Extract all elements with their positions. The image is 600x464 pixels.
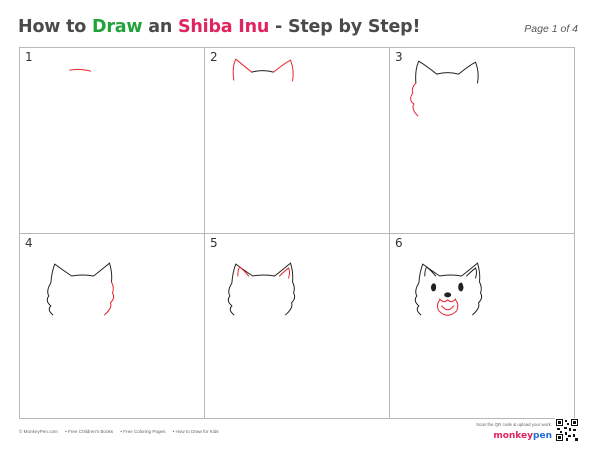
title-draw-word: Draw <box>92 17 143 37</box>
title-article: an <box>142 17 179 37</box>
qr-code-icon[interactable] <box>555 418 579 442</box>
right-inner-ear <box>279 266 291 279</box>
step-panel-4: 4 <box>20 233 205 419</box>
title-prefix: How to <box>18 17 93 37</box>
left-inner-ear <box>237 265 250 277</box>
nose <box>444 291 452 297</box>
step-4-drawing <box>46 261 115 315</box>
title-subject: Shiba Inu <box>178 17 270 37</box>
step-panel-5: 5 <box>205 233 390 419</box>
monkeypen-logo[interactable]: monkeypen <box>493 431 552 441</box>
left-ear <box>232 58 253 81</box>
footer-copyright-link[interactable]: © MonkeyPen.com <box>19 429 58 434</box>
mouth <box>439 297 457 302</box>
logo-pen: pen <box>533 431 552 441</box>
step-6-drawing <box>414 261 483 316</box>
right-eye <box>458 282 464 291</box>
step-1-drawing <box>69 68 92 72</box>
outline <box>415 60 479 84</box>
tongue <box>436 298 459 316</box>
qr-caption: Scan the QR code & upload your work. <box>476 422 552 427</box>
logo-monkey: monkey <box>493 431 534 441</box>
right-cheek-fur <box>104 280 115 315</box>
page-title: How to Draw an Shiba Inu - Step by Step! <box>18 17 420 37</box>
step-panel-1: 1 <box>20 48 205 234</box>
steps-grid: 1 2 3 4 5 6 <box>19 47 575 419</box>
step-panel-6: 6 <box>390 233 575 419</box>
step-3-drawing <box>410 60 479 117</box>
title-suffix: - Step by Step! <box>269 17 421 37</box>
page-number: Page 1 of 4 <box>524 23 578 35</box>
step-2-drawing <box>232 58 294 82</box>
footer-books-link[interactable]: • Free Children's Books <box>65 429 113 434</box>
head-top-line <box>69 68 92 72</box>
left-cheek-fur <box>410 82 419 117</box>
tongue-inner <box>441 304 455 310</box>
step-panel-2: 2 <box>205 48 390 234</box>
outline <box>46 261 113 315</box>
footer-links: © MonkeyPen.com • Free Children's Books … <box>19 429 225 434</box>
step-5-drawing <box>227 261 296 315</box>
head-top-line <box>251 70 275 73</box>
left-eye <box>430 282 437 291</box>
step-panel-3: 3 <box>390 48 575 234</box>
inner-ears <box>424 265 478 279</box>
footer-coloring-link[interactable]: • Free Coloring Pages <box>120 429 165 434</box>
footer-howto-link[interactable]: • How to Draw for Kids <box>173 429 219 434</box>
right-ear <box>273 59 294 82</box>
